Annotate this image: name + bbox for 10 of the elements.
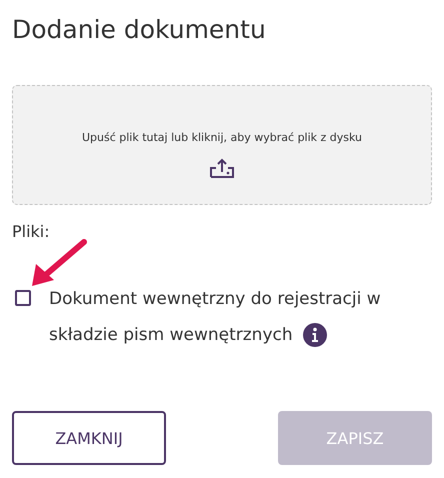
dialog-title: Dodanie dokumentu xyxy=(12,14,267,46)
checkbox[interactable] xyxy=(15,290,31,306)
upload-icon xyxy=(210,158,234,178)
close-button[interactable]: ZAMKNIJ xyxy=(12,411,166,465)
checkbox-label: składzie pism wewnętrznych xyxy=(49,324,293,347)
file-drop-zone[interactable]: Upuść plik tutaj lub kliknij, aby wybrać plik z dysku xyxy=(12,85,432,205)
drop-zone-text: Upuść plik tutaj lub kliknij, aby wybrać plik z dysku xyxy=(82,130,362,144)
checkbox-label: Dokument wewnętrzny do rejestracji w xyxy=(49,288,381,311)
info-icon[interactable] xyxy=(302,323,327,347)
files-label: Pliki: xyxy=(12,222,50,241)
